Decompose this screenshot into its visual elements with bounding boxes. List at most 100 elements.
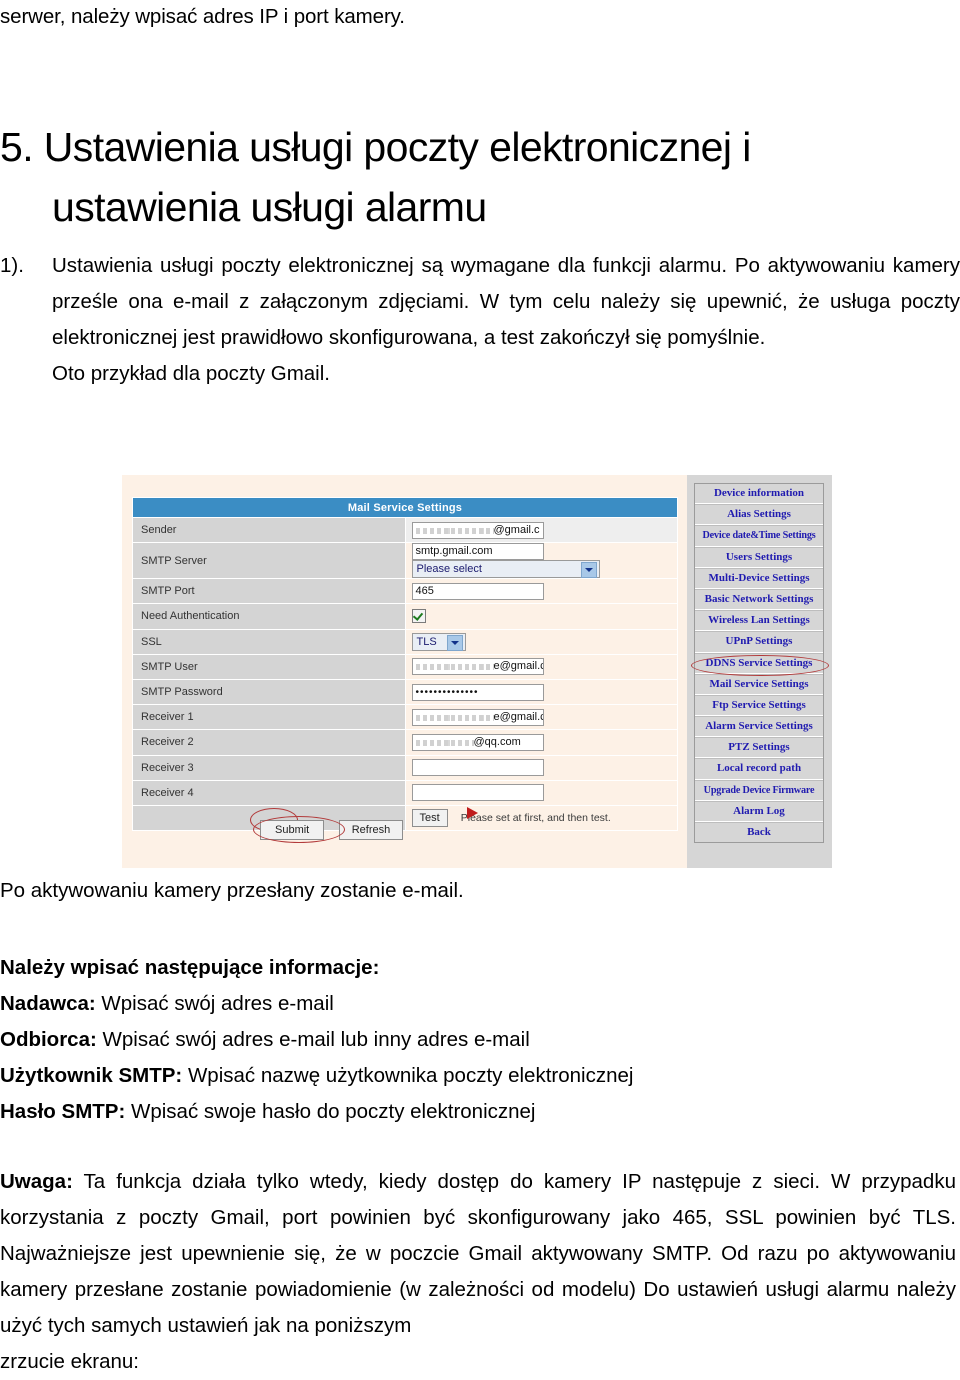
refresh-button[interactable]: Refresh (338, 820, 404, 840)
row-value-smtp-server: smtp.gmail.com Please select (404, 542, 678, 580)
list-item: Odbiorca: Wpisać swój adres e-mail lub i… (0, 1022, 960, 1058)
sender-input[interactable]: @gmail.c (411, 521, 544, 539)
list-paragraph-last-line: Oto przykład dla poczty Gmail. (52, 362, 330, 385)
nav-item-ftp-service-settings[interactable]: Ftp Service Settings (695, 694, 823, 717)
receiver-1-input[interactable]: e@gmail.c (411, 708, 544, 726)
table-row: Receiver 3 (132, 754, 678, 781)
row-value-sender: @gmail.c (404, 516, 678, 544)
chevron-down-icon (580, 562, 597, 579)
list-paragraph-body: Ustawienia usługi poczty elektronicznej … (52, 248, 960, 392)
ssl-select[interactable]: TLS (411, 632, 466, 651)
row-label-smtp-server: SMTP Server (132, 542, 406, 580)
table-row: SMTP Password •••••••••••••• (132, 678, 678, 706)
row-value-smtp-user: e@gmail.c (404, 653, 678, 680)
bullet-term-uzytkownik-smtp: Użytkownik SMTP: (0, 1064, 183, 1087)
nav-item-upgrade-device-firmware[interactable]: Upgrade Device Firmware (695, 779, 823, 801)
row-label-need-authentication: Need Authentication (132, 603, 406, 630)
list-paragraph-text: Ustawienia usługi poczty elektronicznej … (52, 254, 960, 349)
receiver-2-domain: @qq.com (473, 735, 521, 748)
row-value-receiver-2: @qq.com (404, 729, 678, 756)
row-label-receiver-3: Receiver 3 (132, 754, 406, 781)
receiver-4-input[interactable] (411, 784, 544, 802)
table-row: SMTP Server smtp.gmail.com Please select (132, 542, 678, 580)
smtp-server-input[interactable]: smtp.gmail.com (411, 543, 544, 561)
nav-item-device-date-time-settings[interactable]: Device date&Time Settings (695, 525, 823, 547)
row-label-receiver-4: Receiver 4 (132, 779, 406, 806)
need-authentication-checkbox[interactable] (411, 609, 426, 624)
nav-item-upnp-settings[interactable]: UPnP Settings (695, 631, 823, 653)
nav-item-alias-settings[interactable]: Alias Settings (695, 504, 823, 526)
page-title: 5. Ustawienia usługi poczty elektroniczn… (0, 117, 960, 237)
table-row: Receiver 1 e@gmail.c (132, 704, 678, 731)
mail-service-settings-table: Mail Service Settings Sender @gmail.c SM… (132, 497, 678, 832)
redaction-bar-icon (415, 736, 474, 746)
bullet-term-odbiorca: Odbiorca: (0, 1028, 97, 1051)
nav-item-multi-device-settings[interactable]: Multi-Device Settings (695, 567, 823, 589)
row-label-sender: Sender (132, 516, 406, 544)
receiver-3-input[interactable] (411, 759, 544, 777)
nav-item-device-information[interactable]: Device information (695, 484, 823, 505)
row-value-need-authentication (404, 603, 678, 630)
row-value-receiver-4 (404, 779, 678, 806)
bullet-text-haslo-smtp: Wpisać swoje hasło do poczty elektronicz… (125, 1100, 536, 1123)
row-value-receiver-1: e@gmail.c (404, 704, 678, 731)
receiver-2-input[interactable]: @qq.com (411, 733, 544, 751)
submit-button[interactable]: Submit (260, 820, 325, 840)
table-row: Test Please set at first, and then test. (132, 804, 678, 832)
row-label-smtp-password: SMTP Password (132, 678, 406, 706)
nav-item-alarm-log[interactable]: Alarm Log (695, 800, 823, 822)
note-body: Ta funkcja działa tylko wtedy, kiedy dos… (0, 1170, 956, 1337)
nav-item-users-settings[interactable]: Users Settings (695, 546, 823, 568)
nav-item-alarm-service-settings[interactable]: Alarm Service Settings (695, 716, 823, 738)
settings-nav-list: Device information Alias Settings Device… (694, 483, 824, 844)
list-item: Użytkownik SMTP: Wpisać nazwę użytkownik… (0, 1058, 960, 1094)
redaction-bar-icon (415, 524, 494, 534)
nav-item-basic-network-settings[interactable]: Basic Network Settings (695, 588, 823, 611)
table-row: SSL TLS (132, 628, 678, 655)
document-page: serwer, należy wpisać adres IP i port ka… (0, 0, 960, 1373)
row-value-smtp-port: 465 (404, 578, 678, 605)
test-button[interactable]: Test (411, 808, 448, 827)
row-value-test: Test Please set at first, and then test. (404, 804, 678, 832)
table-row: Need Authentication (132, 603, 678, 630)
note-last-line: zrzucie ekranu: (0, 1350, 140, 1373)
field-explanation-list: Należy wpisać następujące informacje: Na… (0, 950, 960, 1130)
annotation-arrow-icon (467, 807, 478, 819)
smtp-preset-select[interactable]: Please select (411, 560, 600, 579)
row-label-receiver-2: Receiver 2 (132, 729, 406, 756)
row-label-smtp-user: SMTP User (132, 653, 406, 680)
nav-item-ptz-settings[interactable]: PTZ Settings (695, 737, 823, 759)
row-label-ssl: SSL (132, 628, 406, 655)
form-action-row: Submit Refresh (260, 820, 404, 840)
ssl-selected-value: TLS (416, 635, 437, 648)
list-item: Hasło SMTP: Wpisać swoje hasło do poczty… (0, 1094, 960, 1130)
bullets-heading: Należy wpisać następujące informacje: (0, 950, 960, 986)
runover-text: serwer, należy wpisać adres IP i port ka… (0, 5, 405, 28)
smtp-preset-selected-value: Please select (416, 563, 482, 576)
table-row: SMTP Port 465 (132, 578, 678, 605)
table-row: Receiver 2 @qq.com (132, 729, 678, 756)
row-value-receiver-3 (404, 754, 678, 781)
numbered-paragraph: 1). Ustawienia usługi poczty elektronicz… (0, 248, 960, 392)
panel-title: Mail Service Settings (132, 497, 678, 518)
nav-item-back[interactable]: Back (695, 822, 823, 843)
bullet-term-nadawca: Nadawca: (0, 992, 96, 1015)
nav-item-mail-service-settings[interactable]: Mail Service Settings (695, 673, 823, 695)
sender-domain: @gmail.c (493, 523, 540, 536)
bullet-text-uzytkownik-smtp: Wpisać nazwę użytkownika poczty elektron… (182, 1064, 634, 1087)
bullet-text-nadawca: Wpisać swój adres e-mail (95, 992, 334, 1015)
redaction-bar-icon (415, 711, 494, 721)
embedded-screenshot: Mail Service Settings Sender @gmail.c SM… (122, 475, 832, 868)
table-row: Sender @gmail.c (132, 516, 678, 544)
nav-item-wireless-lan-settings[interactable]: Wireless Lan Settings (695, 610, 823, 632)
page-title-line-1: 5. Ustawienia usługi poczty elektroniczn… (0, 124, 751, 171)
redaction-bar-icon (415, 661, 494, 671)
smtp-user-input[interactable]: e@gmail.c (411, 658, 544, 676)
nav-item-ddns-service-settings[interactable]: DDNS Service Settings (695, 652, 823, 674)
nav-item-local-record-path[interactable]: Local record path (695, 758, 823, 780)
bullets-heading-text: Należy wpisać następujące informacje: (0, 956, 380, 979)
table-header-row: Mail Service Settings (132, 497, 678, 518)
row-label-smtp-port: SMTP Port (132, 578, 406, 605)
smtp-password-input[interactable]: •••••••••••••• (411, 683, 544, 701)
smtp-port-input[interactable]: 465 (411, 582, 544, 600)
